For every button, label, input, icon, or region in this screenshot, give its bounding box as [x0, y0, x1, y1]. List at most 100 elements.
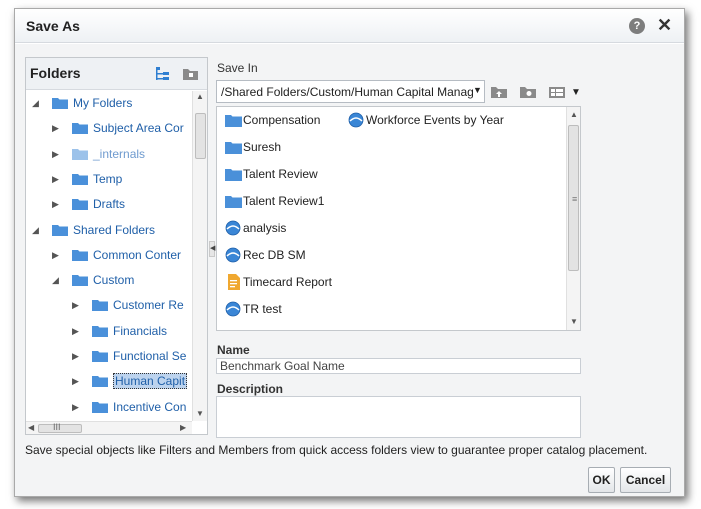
collapsed-triangle-icon[interactable]: ▶: [52, 174, 62, 184]
view-options-caret-icon[interactable]: ▼: [571, 87, 581, 98]
dialog-body: Folders ◢ My Folders ▶ Subject Area Cor ▶ _in…: [15, 44, 684, 496]
analysis-icon: [225, 247, 242, 263]
tree-item[interactable]: ▶ Common Conter: [26, 246, 192, 266]
expanded-triangle-icon[interactable]: ◢: [32, 225, 42, 235]
folder-icon: [72, 122, 88, 135]
tree-item-label: Incentive Con: [113, 399, 187, 414]
info-message: Save special objects like Filters and Me…: [25, 443, 648, 457]
collapsed-triangle-icon[interactable]: ▶: [52, 250, 62, 260]
file-list-item[interactable]: Rec DB SM: [225, 245, 343, 265]
file-item-label: Timecard Report: [243, 275, 332, 289]
new-folder-icon[interactable]: [182, 66, 199, 81]
folder-icon: [52, 224, 68, 236]
folder-icon: [52, 97, 68, 109]
tree-item-label: Temp: [93, 171, 123, 186]
scroll-up-icon[interactable]: ▲: [196, 93, 204, 101]
view-options-icon[interactable]: [548, 85, 566, 99]
folders-header: Folders: [26, 58, 207, 90]
scroll-up-icon[interactable]: ▲: [570, 111, 578, 119]
report-icon: [225, 274, 242, 290]
tree-item-label: Financials: [113, 323, 168, 338]
file-item-label: analysis: [243, 221, 287, 235]
folder-icon: [92, 401, 108, 413]
tree-item-label: Customer Re: [113, 298, 184, 313]
name-field[interactable]: [216, 358, 581, 374]
scroll-down-icon[interactable]: ▼: [570, 318, 578, 326]
tree-item[interactable]: ▶ Subject Area Cor: [26, 119, 192, 139]
tree-item[interactable]: ◢ My Folders: [26, 94, 192, 114]
expanded-triangle-icon[interactable]: ◢: [52, 275, 62, 285]
name-label: Name: [217, 343, 250, 357]
expanded-triangle-icon[interactable]: ◢: [32, 98, 42, 108]
tree-scroll-thumb[interactable]: [195, 113, 206, 159]
tree-item[interactable]: ▶ Human Capit: [26, 372, 192, 392]
save-in-path-select[interactable]: /Shared Folders/Custom/Human Capital Man…: [216, 80, 485, 103]
collapsed-triangle-icon[interactable]: ▶: [52, 123, 62, 133]
file-list-item[interactable]: Suresh: [225, 137, 343, 157]
tree-hscroll-thumb[interactable]: III: [38, 422, 82, 433]
tree-item-label: Subject Area Cor: [93, 121, 184, 136]
chevron-down-icon[interactable]: ▼: [473, 85, 482, 95]
tree-item[interactable]: ▶ Temp: [26, 170, 192, 190]
catalog-file-list: ▲ ≡ ▼ Compensation Workforce Events by Ye…: [216, 106, 581, 331]
cancel-button[interactable]: Cancel: [620, 467, 671, 493]
collapsed-triangle-icon[interactable]: ▶: [72, 326, 82, 336]
ok-button[interactable]: OK: [588, 467, 615, 493]
file-list-item[interactable]: Talent Review1: [225, 191, 343, 211]
panel-collapse-splitter[interactable]: ◀: [209, 241, 215, 257]
tree-item-label: Human Capit: [113, 373, 188, 390]
file-list-item[interactable]: analysis: [225, 218, 343, 238]
tree-item-label: Shared Folders: [73, 222, 156, 237]
file-item-label: Talent Review1: [243, 194, 325, 208]
tree-item[interactable]: ▶ Incentive Con: [26, 398, 192, 418]
file-list-item[interactable]: Workforce Events by Year: [348, 110, 523, 130]
tree-item-label: Drafts: [93, 197, 126, 212]
folder-icon: [225, 139, 242, 155]
folder-up-icon[interactable]: [490, 85, 508, 99]
folder-icon: [92, 299, 108, 312]
save-in-label: Save In: [217, 61, 258, 75]
grip-label: III: [53, 422, 61, 432]
folder-properties-icon[interactable]: [519, 85, 537, 99]
scroll-right-icon[interactable]: ▶: [180, 424, 186, 432]
tree-item[interactable]: ▶ Drafts: [26, 195, 192, 215]
file-list-scroll-thumb[interactable]: ≡: [568, 125, 579, 271]
collapsed-triangle-icon[interactable]: ▶: [72, 376, 82, 386]
tree-item[interactable]: ▶ Financials: [26, 322, 192, 342]
tree-item[interactable]: ◢ Custom: [26, 271, 192, 291]
analysis-icon: [348, 112, 365, 128]
collapsed-triangle-icon[interactable]: ▶: [72, 351, 82, 361]
tree-item-label: Functional Se: [113, 349, 187, 363]
collapsed-triangle-icon[interactable]: ▶: [52, 149, 62, 159]
file-list-scrollbar[interactable]: ▲ ≡ ▼: [566, 107, 580, 330]
tree-item[interactable]: ▶ Customer Re: [26, 296, 192, 316]
folders-title: Folders: [30, 65, 81, 81]
close-icon[interactable]: ✕: [657, 15, 672, 35]
scroll-down-icon[interactable]: ▼: [196, 410, 204, 418]
tree-horizontal-scrollbar[interactable]: ◀ III ▶: [26, 421, 192, 434]
file-list-item[interactable]: TR test: [225, 299, 343, 319]
tree-view-icon[interactable]: [155, 66, 171, 82]
file-item-label: Workforce Events by Year: [366, 113, 504, 127]
tree-item[interactable]: ▶ _internals: [26, 145, 192, 165]
folder-icon: [225, 166, 242, 182]
folder-icon: [92, 350, 108, 362]
collapsed-triangle-icon[interactable]: ▶: [72, 402, 82, 412]
tree-item[interactable]: ▶ Functional Se: [26, 347, 192, 367]
file-item-label: TR test: [243, 302, 282, 316]
tree-item[interactable]: ◢ Shared Folders: [26, 221, 192, 241]
analysis-icon: [225, 220, 242, 236]
tree-vertical-scrollbar[interactable]: ▲ ▼: [192, 91, 207, 421]
help-icon[interactable]: ?: [629, 18, 645, 34]
scroll-left-icon[interactable]: ◀: [28, 424, 34, 432]
collapsed-triangle-icon[interactable]: ▶: [52, 199, 62, 209]
folders-panel: Folders ◢ My Folders ▶ Subject Area Cor ▶ _in…: [25, 57, 208, 435]
file-list-item[interactable]: Talent Review: [225, 164, 343, 184]
description-field[interactable]: [216, 396, 581, 438]
file-list-item[interactable]: Compensation: [225, 110, 343, 130]
collapsed-triangle-icon[interactable]: ▶: [72, 300, 82, 310]
description-label: Description: [217, 382, 284, 396]
folder-icon: [72, 274, 88, 287]
file-list-item[interactable]: Timecard Report: [225, 272, 343, 292]
folder-icon: [92, 375, 108, 388]
